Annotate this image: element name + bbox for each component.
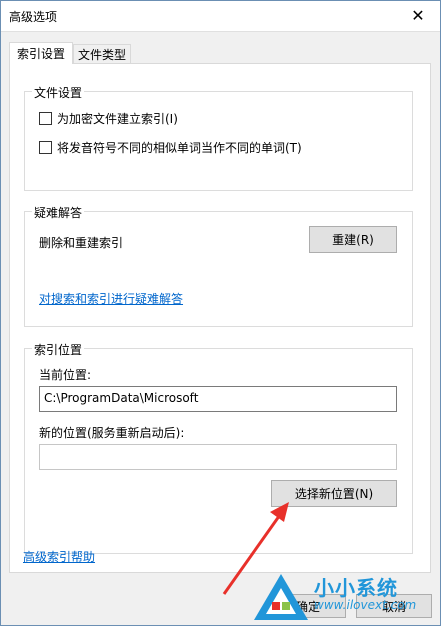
watermark: 小小系统 www.ilovext.com (250, 568, 441, 626)
annotation-arrow-icon (222, 502, 289, 595)
watermark-logo-icon (254, 574, 308, 620)
watermark-name: 小小系统 (314, 576, 398, 600)
watermark-url: www.ilovext.com (314, 598, 417, 612)
tab-index-settings[interactable]: 索引设置 (9, 42, 73, 64)
